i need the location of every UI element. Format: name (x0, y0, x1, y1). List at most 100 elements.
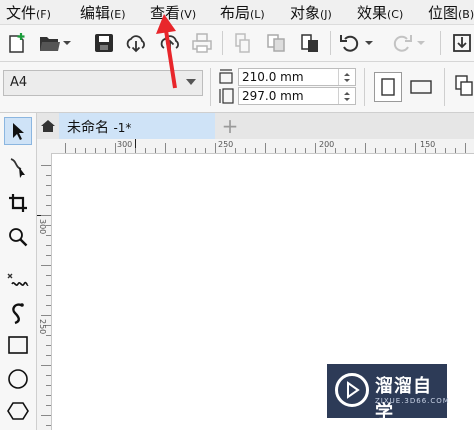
ruler-tick (445, 148, 446, 153)
shape-tool-icon[interactable] (4, 153, 32, 181)
ruler-tick (46, 375, 51, 376)
ruler-tick (46, 205, 51, 206)
ruler-tick (265, 143, 266, 153)
tab-document[interactable]: 未命名 -1* (59, 113, 215, 139)
ruler-label: 300 (38, 219, 47, 235)
ruler-tick (46, 245, 51, 246)
ruler-tick (385, 148, 386, 153)
polygon-icon[interactable] (4, 397, 32, 425)
ruler-tick (365, 143, 366, 153)
clipboard-icon[interactable] (296, 29, 324, 57)
ruler-tick (46, 185, 51, 186)
ruler-tick (46, 305, 51, 306)
ruler-tick (46, 395, 51, 396)
menu-layout[interactable]: 布局(L) (220, 2, 265, 23)
ruler-tick (46, 285, 51, 286)
horizontal-ruler: 300 250 200 150 (37, 139, 474, 154)
ruler-tick (255, 148, 256, 153)
ruler-tick (175, 148, 176, 153)
menu-view[interactable]: 查看(V) (150, 2, 196, 23)
toolbar-separator (444, 68, 445, 106)
menu-effects[interactable]: 效果(C) (357, 2, 403, 23)
play-logo-icon (335, 373, 369, 407)
height-icon (218, 87, 234, 109)
ruler-tick (46, 195, 51, 196)
ruler-tick (235, 148, 236, 153)
chevron-down-icon (186, 79, 196, 85)
standard-toolbar (0, 25, 474, 62)
ruler-tick (435, 148, 436, 153)
portrait-icon[interactable] (374, 72, 402, 102)
landscape-icon[interactable] (406, 72, 436, 102)
import-icon[interactable] (448, 29, 474, 57)
ruler-tick (46, 225, 51, 226)
pick-tool-icon[interactable] (4, 117, 32, 145)
cloud-upload-icon[interactable] (156, 29, 184, 57)
ruler-tick (41, 265, 51, 266)
ruler-tick (46, 355, 51, 356)
page-size-value: A4 (10, 75, 28, 90)
menu-bar: 文件(F) 编辑(E) 查看(V) 布局(L) 对象(J) 效果(C) 位图(B… (0, 0, 474, 25)
width-icon (218, 69, 234, 89)
toolbar-separator (222, 31, 223, 55)
page-layout-icon[interactable] (452, 74, 474, 102)
menu-edit[interactable]: 编辑(E) (80, 2, 126, 23)
height-spinner[interactable] (338, 88, 355, 104)
home-icon[interactable] (37, 113, 59, 139)
add-tab-button[interactable]: + (217, 113, 243, 139)
redo-icon[interactable] (388, 29, 416, 57)
page-size-select[interactable]: A4 (3, 70, 203, 96)
open-dropdown-icon[interactable] (60, 29, 74, 57)
ruler-tick (395, 148, 396, 153)
ruler-tick (305, 148, 306, 153)
ruler-tick (46, 235, 51, 236)
cut-icon[interactable] (228, 29, 256, 57)
menu-object[interactable]: 对象(J) (290, 2, 332, 23)
page-width-input[interactable]: 210.0 mm (238, 68, 356, 86)
ruler-tick (335, 148, 336, 153)
ruler-tick (315, 143, 316, 153)
ruler-tick (65, 143, 66, 153)
document-name: 未命名 -1* (67, 120, 132, 136)
redo-dropdown-icon[interactable] (414, 29, 428, 57)
save-icon[interactable] (90, 29, 118, 57)
ruler-tick (41, 165, 51, 166)
undo-icon[interactable] (336, 29, 364, 57)
cloud-download-icon[interactable] (122, 29, 150, 57)
document-tab-bar: 未命名 -1* + (37, 113, 474, 139)
ruler-tick (135, 148, 136, 153)
ruler-tick (115, 143, 116, 153)
ruler-tick (125, 148, 126, 153)
watermark-logo: 溜溜自学 ZIXUE.3D66.COM (327, 364, 450, 423)
toolbox (0, 113, 37, 430)
ruler-tick (375, 148, 376, 153)
ruler-tick (165, 143, 166, 153)
copy-icon[interactable] (262, 29, 290, 57)
menu-bitmaps[interactable]: 位图(B) (428, 2, 474, 23)
ellipse-icon[interactable] (4, 365, 32, 393)
new-document-icon[interactable] (3, 29, 31, 57)
ruler-tick (425, 148, 426, 153)
ruler-tick (46, 425, 51, 426)
page-height-input[interactable]: 297.0 mm (238, 87, 356, 105)
ruler-tick (41, 415, 51, 416)
ruler-tick (155, 148, 156, 153)
watermark-subtitle: ZIXUE.3D66.COM (375, 397, 450, 405)
rectangle-icon[interactable] (4, 331, 32, 359)
ruler-tick (85, 148, 86, 153)
toolbar-separator (330, 31, 331, 55)
artistic-media-icon[interactable] (4, 299, 32, 327)
freehand-icon[interactable] (4, 265, 32, 293)
width-spinner[interactable] (338, 69, 355, 85)
zoom-icon[interactable] (4, 223, 32, 251)
toolbar-separator (210, 68, 211, 106)
ruler-tick (75, 148, 76, 153)
print-icon[interactable] (188, 29, 216, 57)
undo-dropdown-icon[interactable] (362, 29, 376, 57)
menu-file[interactable]: 文件(F) (6, 2, 51, 23)
crop-icon[interactable] (4, 189, 32, 217)
ruler-tick (295, 148, 296, 153)
ruler-tick (46, 345, 51, 346)
ruler-tick (345, 148, 346, 153)
property-bar: A4 210.0 mm 297.0 mm (0, 62, 474, 113)
